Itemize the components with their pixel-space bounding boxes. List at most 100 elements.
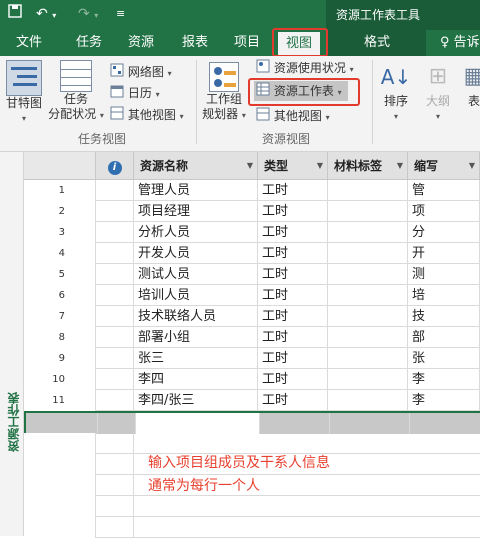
cell-type[interactable]: 工时 <box>258 390 328 411</box>
indicator-cell[interactable] <box>96 285 134 306</box>
cell-initials[interactable]: 李 <box>408 369 480 390</box>
cell-type[interactable]: 工时 <box>258 306 328 327</box>
cell-resource-name[interactable]: 开发人员 <box>134 243 258 264</box>
cell-material-label[interactable] <box>328 390 408 411</box>
team-planner-button[interactable]: 工作组 规划器 ▾ <box>200 62 248 123</box>
outline-button[interactable]: ⊞ 大纲 ▾ <box>420 60 456 124</box>
table-row[interactable]: 1 管理人员 工时 管 <box>24 180 480 201</box>
cell-initials[interactable]: 管 <box>408 180 480 201</box>
cell-initials[interactable]: 技 <box>408 306 480 327</box>
tab-format[interactable]: 格式 <box>326 30 426 56</box>
indicator-cell[interactable] <box>96 327 134 348</box>
indicator-cell[interactable] <box>96 390 134 411</box>
customize-qat-icon[interactable]: ≡ <box>116 4 125 24</box>
indicator-cell[interactable] <box>96 222 134 243</box>
resource-usage-button[interactable]: 资源使用状况 ▾ <box>256 58 354 78</box>
cell-material-label[interactable] <box>330 413 410 434</box>
tab-file[interactable]: 文件 <box>16 30 42 56</box>
cell-initials[interactable]: 李 <box>408 390 480 411</box>
cell-resource-name[interactable]: 李四 <box>134 369 258 390</box>
header-resource-name[interactable]: 资源名称 ▼ <box>134 152 258 180</box>
indicator-cell[interactable] <box>96 348 134 369</box>
cell-material-label[interactable] <box>328 264 408 285</box>
cell-material-label[interactable] <box>328 243 408 264</box>
table-row-new[interactable] <box>24 411 480 434</box>
calendar-button[interactable]: 日历 ▾ <box>110 83 160 103</box>
cell-type[interactable]: 工时 <box>258 180 328 201</box>
other-views-button-1[interactable]: 其他视图 ▾ <box>110 105 184 125</box>
cell-initials[interactable]: 测 <box>408 264 480 285</box>
cell-initials[interactable]: 开 <box>408 243 480 264</box>
cell-material-label[interactable] <box>328 369 408 390</box>
indicator-cell[interactable] <box>96 369 134 390</box>
indicator-cell[interactable] <box>96 264 134 285</box>
cell-type[interactable]: 工时 <box>258 327 328 348</box>
cell-initials[interactable]: 部 <box>408 327 480 348</box>
table-row-empty[interactable] <box>24 496 480 517</box>
table-row[interactable]: 3 分析人员 工时 分 <box>24 222 480 243</box>
cell-type[interactable]: 工时 <box>258 369 328 390</box>
indicator-cell[interactable] <box>96 243 134 264</box>
undo-icon[interactable]: ↶ ▾ <box>36 4 56 26</box>
table-row[interactable]: 4 开发人员 工时 开 <box>24 243 480 264</box>
tables-button[interactable]: ▦ 表 <box>462 60 480 109</box>
cell-material-label[interactable] <box>328 285 408 306</box>
redo-icon[interactable]: ↷ ▾ <box>78 4 98 26</box>
cell-type[interactable]: 工时 <box>258 348 328 369</box>
table-row[interactable]: 8 部署小组 工时 部 <box>24 327 480 348</box>
header-indicators[interactable]: i <box>96 152 134 180</box>
cell-type[interactable]: 工时 <box>258 243 328 264</box>
cell-type[interactable]: 工时 <box>258 222 328 243</box>
cell-resource-name[interactable]: 管理人员 <box>134 180 258 201</box>
cell-resource-name[interactable]: 分析人员 <box>134 222 258 243</box>
cell-resource-name[interactable]: 部署小组 <box>134 327 258 348</box>
cell-initials[interactable]: 张 <box>408 348 480 369</box>
other-views-button-2[interactable]: 其他视图 ▾ <box>256 106 330 126</box>
table-row[interactable]: 11 李四/张三 工时 李 <box>24 390 480 411</box>
indicator-cell[interactable] <box>96 454 134 475</box>
sort-button[interactable]: A↓ 排序 ▾ <box>378 60 414 124</box>
network-diagram-button[interactable]: 网络图 ▾ <box>110 62 172 82</box>
table-row-empty[interactable] <box>24 517 480 538</box>
gantt-chart-button[interactable]: 甘特图 ▾ <box>4 60 44 126</box>
cell-type[interactable]: 工时 <box>258 201 328 222</box>
cell-material-label[interactable] <box>328 348 408 369</box>
tab-resource[interactable]: 资源 <box>128 30 154 56</box>
table-row[interactable]: 7 技术联络人员 工时 技 <box>24 306 480 327</box>
tab-task[interactable]: 任务 <box>76 30 102 56</box>
indicator-cell[interactable] <box>96 180 134 201</box>
table-row[interactable]: 9 张三 工时 张 <box>24 348 480 369</box>
tab-project[interactable]: 项目 <box>234 30 260 56</box>
cell-material-label[interactable] <box>328 306 408 327</box>
indicator-cell[interactable] <box>96 475 134 496</box>
cell-type[interactable]: 工时 <box>258 264 328 285</box>
indicator-cell[interactable] <box>96 496 134 517</box>
indicator-cell[interactable] <box>96 201 134 222</box>
task-usage-button[interactable]: 任务 分配状况 ▾ <box>46 60 106 123</box>
cell-initials[interactable] <box>410 413 480 434</box>
cell-initials[interactable]: 项 <box>408 201 480 222</box>
header-material-label[interactable]: 材料标签 ▼ <box>328 152 408 180</box>
cell-resource-name[interactable]: 技术联络人员 <box>134 306 258 327</box>
cell-resource-name[interactable]: 培训人员 <box>134 285 258 306</box>
indicator-cell[interactable] <box>96 433 134 454</box>
save-icon[interactable] <box>8 4 22 24</box>
table-row[interactable]: 2 项目经理 工时 项 <box>24 201 480 222</box>
table-row[interactable]: 6 培训人员 工时 培 <box>24 285 480 306</box>
cell-initials[interactable]: 分 <box>408 222 480 243</box>
header-type[interactable]: 类型 ▼ <box>258 152 328 180</box>
cell-material-label[interactable] <box>328 327 408 348</box>
indicator-cell[interactable] <box>96 517 134 538</box>
tell-me[interactable]: ♀ 告诉 <box>440 30 480 56</box>
cell-type[interactable]: 工时 <box>258 285 328 306</box>
select-all-corner[interactable] <box>24 152 96 180</box>
cell-resource-name[interactable] <box>136 413 260 434</box>
header-initials[interactable]: 缩写 ▼ <box>408 152 480 180</box>
tab-report[interactable]: 报表 <box>182 30 208 56</box>
cell-initials[interactable]: 培 <box>408 285 480 306</box>
cell-resource-name[interactable]: 测试人员 <box>134 264 258 285</box>
indicator-cell[interactable] <box>96 306 134 327</box>
indicator-cell[interactable] <box>98 413 136 434</box>
cell-resource-name[interactable]: 项目经理 <box>134 201 258 222</box>
cell-material-label[interactable] <box>328 201 408 222</box>
